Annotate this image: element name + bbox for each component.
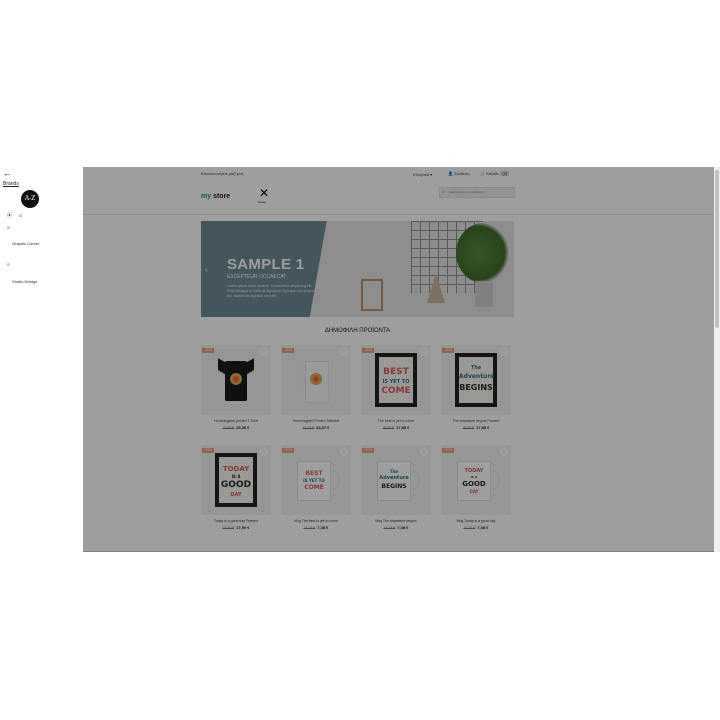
page-scrollbar[interactable] <box>714 167 720 552</box>
arrow-left-icon[interactable]: ← <box>3 168 12 178</box>
scrollbar-thumb[interactable] <box>715 170 719 328</box>
brands-link[interactable]: Brands <box>3 181 19 187</box>
letter-g[interactable]: G <box>19 213 22 218</box>
az-filter-badge[interactable]: A-Z <box>21 190 39 208</box>
letter-s-secondary: S <box>7 262 10 267</box>
letter-s: S <box>7 225 10 230</box>
modal-backdrop[interactable] <box>83 167 714 552</box>
brand-logo-icon: ⦿ <box>7 213 13 219</box>
brands-panel: ← Brands A-Z ⦿ G S Graphic Corner S Stud… <box>0 167 83 552</box>
browser-viewport: ← Brands A-Z ⦿ G S Graphic Corner S Stud… <box>0 167 720 552</box>
brand-item-graphic-corner[interactable]: Graphic Corner <box>12 241 39 246</box>
brand-item-studio-design[interactable]: Studio Design <box>12 279 37 284</box>
